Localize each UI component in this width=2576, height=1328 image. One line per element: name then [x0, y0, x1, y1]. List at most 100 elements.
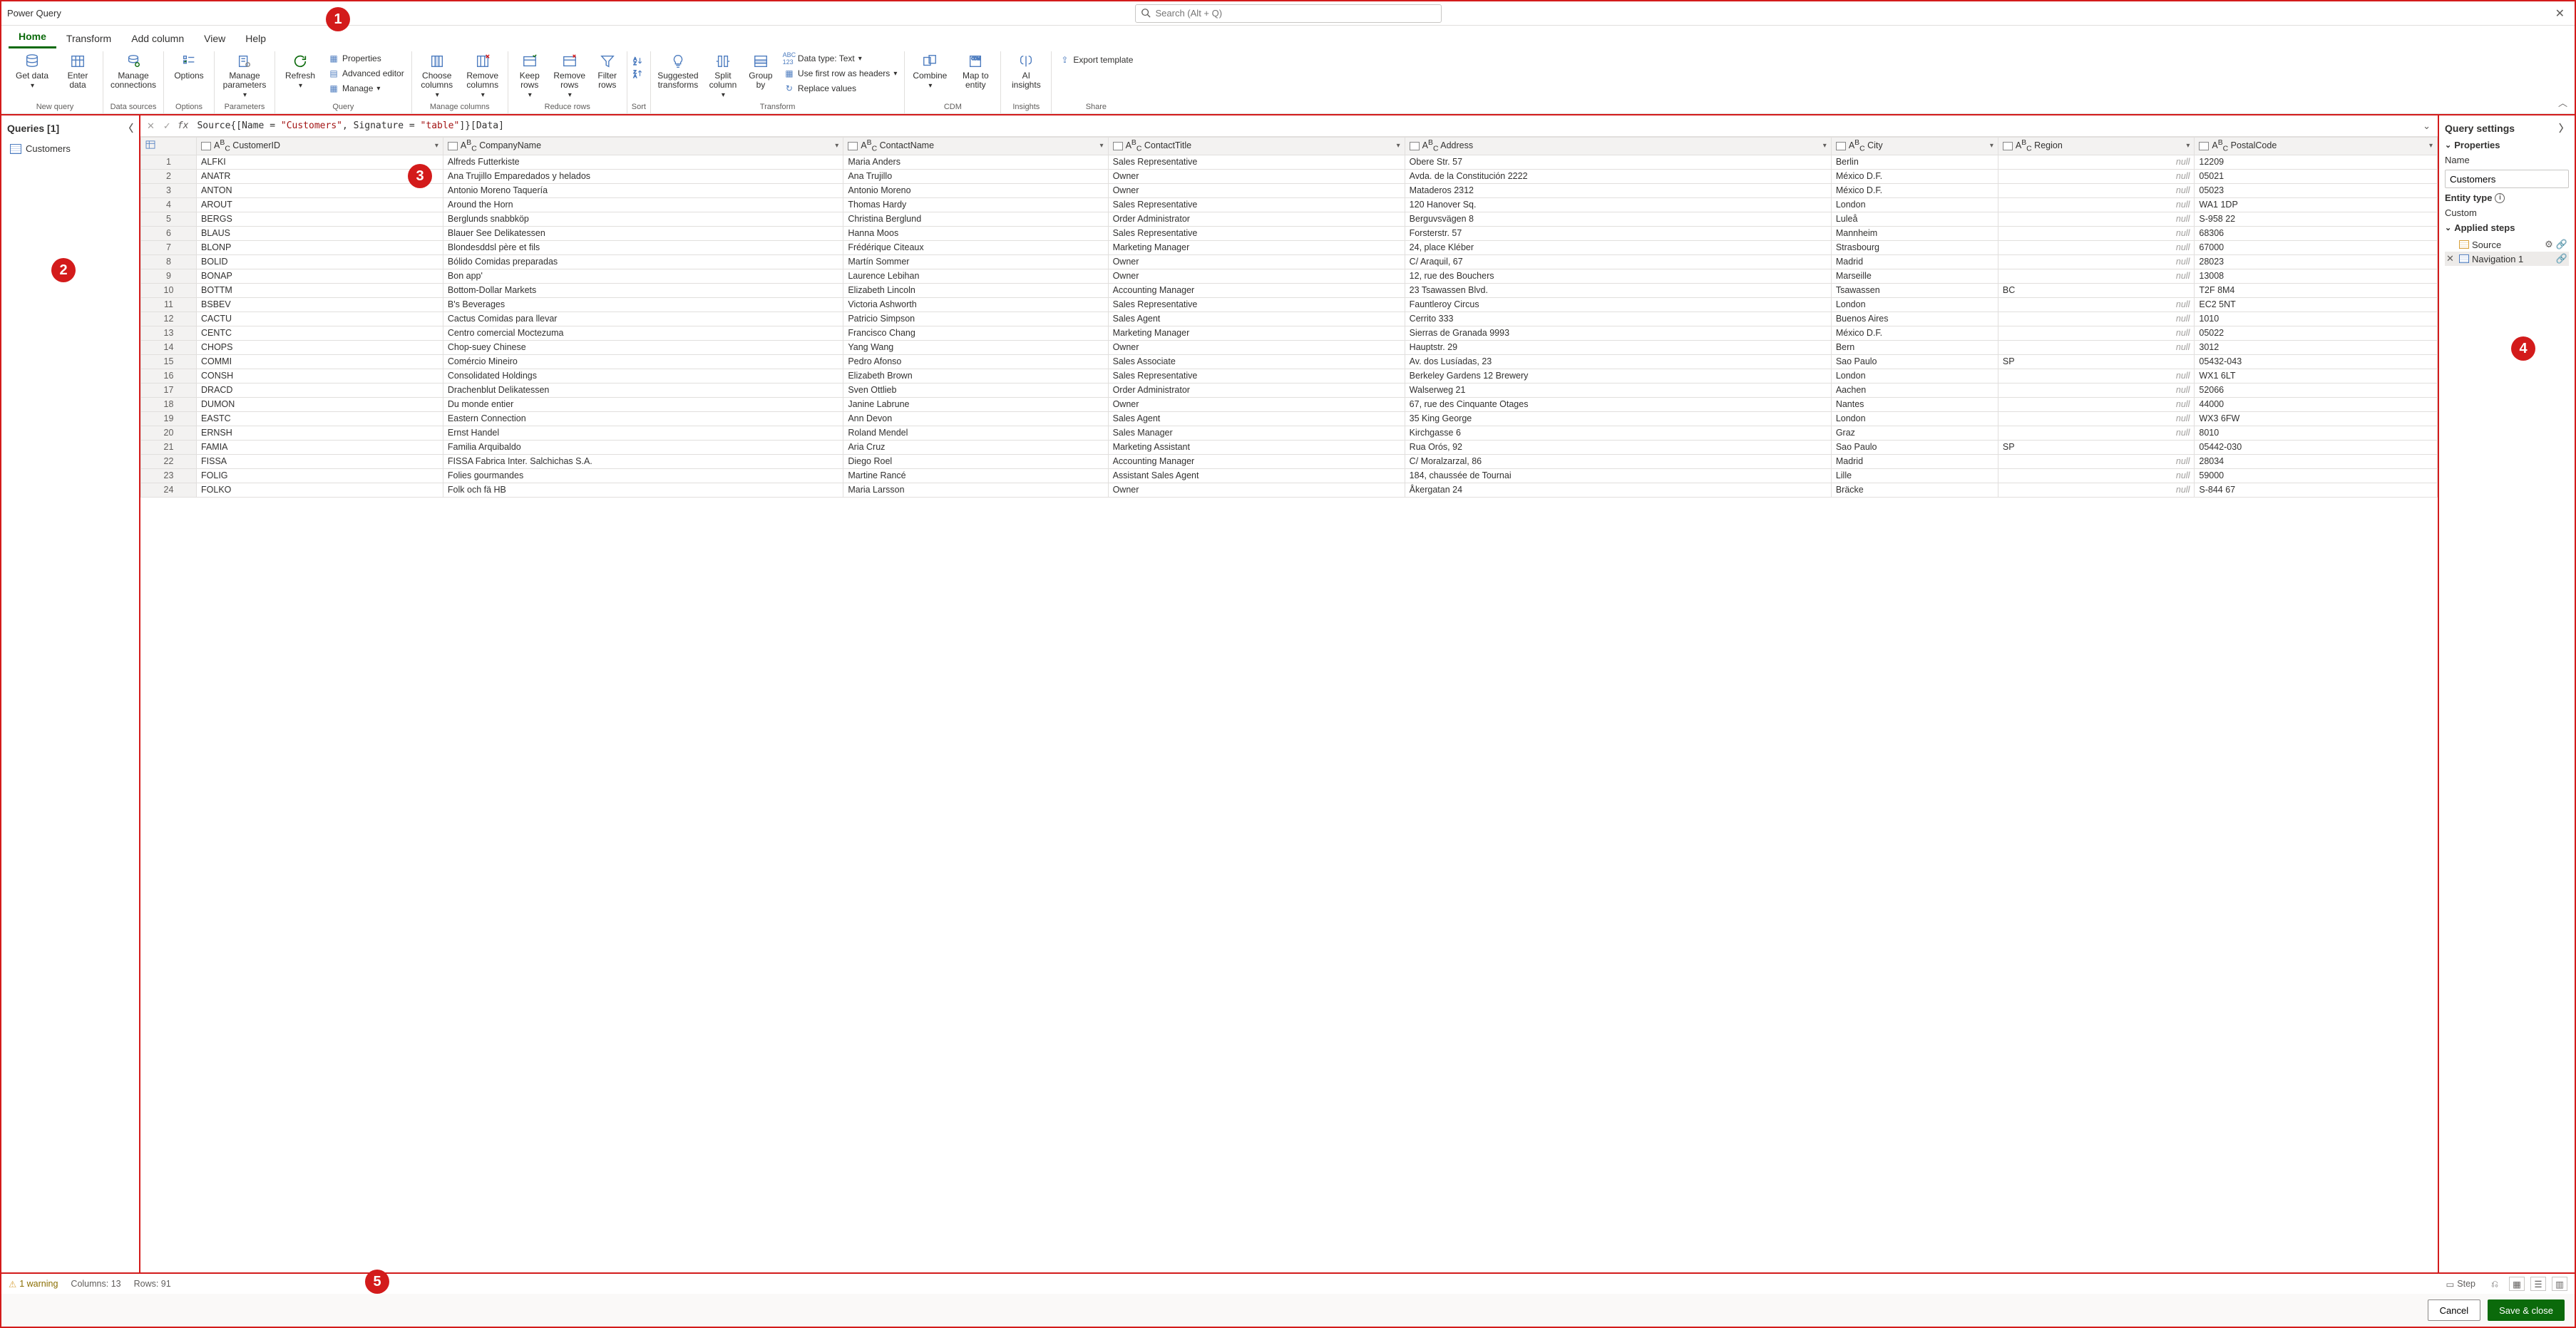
cell[interactable]: ERNSH: [197, 426, 443, 440]
cell[interactable]: null: [1998, 183, 2195, 197]
cell[interactable]: Comércio Mineiro: [443, 354, 843, 369]
table-row[interactable]: 22FISSAFISSA Fabrica Inter. Salchichas S…: [141, 454, 2438, 468]
table-row[interactable]: 23FOLIGFolies gourmandesMartine RancéAss…: [141, 468, 2438, 483]
cell[interactable]: Owner: [1108, 183, 1405, 197]
cell[interactable]: Walserweg 21: [1405, 383, 1831, 397]
cell[interactable]: Buenos Aires: [1831, 312, 1998, 326]
cell[interactable]: 05021: [2195, 169, 2438, 183]
type-icon[interactable]: [1113, 142, 1123, 150]
row-number[interactable]: 12: [141, 312, 197, 326]
cell[interactable]: Marketing Manager: [1108, 240, 1405, 254]
table-row[interactable]: 18DUMONDu monde entierJanine LabruneOwne…: [141, 397, 2438, 411]
cell[interactable]: Frédérique Citeaux: [843, 240, 1108, 254]
cell[interactable]: 8010: [2195, 426, 2438, 440]
cell[interactable]: Centro comercial Moctezuma: [443, 326, 843, 340]
remove-rows-button[interactable]: Remove rows▾: [551, 51, 588, 99]
cell[interactable]: null: [1998, 369, 2195, 383]
keep-rows-button[interactable]: Keep rows▾: [513, 51, 547, 99]
cell[interactable]: DUMON: [197, 397, 443, 411]
cell[interactable]: null: [1998, 397, 2195, 411]
cell[interactable]: Du monde entier: [443, 397, 843, 411]
cell[interactable]: Rua Orós, 92: [1405, 440, 1831, 454]
cell[interactable]: 05022: [2195, 326, 2438, 340]
row-number[interactable]: 22: [141, 454, 197, 468]
cell[interactable]: EASTC: [197, 411, 443, 426]
cell[interactable]: null: [1998, 155, 2195, 169]
delete-step-icon[interactable]: ✕: [2446, 253, 2456, 264]
cell[interactable]: Ernst Handel: [443, 426, 843, 440]
cell[interactable]: CONSH: [197, 369, 443, 383]
cell[interactable]: Maria Anders: [843, 155, 1108, 169]
cell[interactable]: SP: [1998, 440, 2195, 454]
cell[interactable]: 67000: [2195, 240, 2438, 254]
cell[interactable]: Graz: [1831, 426, 1998, 440]
filter-icon[interactable]: ▾: [2429, 142, 2433, 150]
cell[interactable]: Bräcke: [1831, 483, 1998, 497]
cell[interactable]: null: [1998, 226, 2195, 240]
cell[interactable]: 68306: [2195, 226, 2438, 240]
cancel-button[interactable]: Cancel: [2428, 1299, 2480, 1321]
ai-insights-button[interactable]: AI insights: [1005, 51, 1047, 90]
cell[interactable]: 52066: [2195, 383, 2438, 397]
properties-button[interactable]: ▦Properties: [325, 51, 407, 66]
gear-icon[interactable]: ⚙: [2545, 239, 2553, 250]
cell[interactable]: Aria Cruz: [843, 440, 1108, 454]
row-number[interactable]: 19: [141, 411, 197, 426]
cell[interactable]: Cerrito 333: [1405, 312, 1831, 326]
cell[interactable]: null: [1998, 468, 2195, 483]
cell[interactable]: Order Administrator: [1108, 383, 1405, 397]
row-number[interactable]: 23: [141, 468, 197, 483]
cell[interactable]: Ann Devon: [843, 411, 1108, 426]
column-header[interactable]: ABC ContactTitle▾: [1108, 138, 1405, 155]
cell[interactable]: Owner: [1108, 169, 1405, 183]
row-number[interactable]: 17: [141, 383, 197, 397]
cell[interactable]: S-844 67: [2195, 483, 2438, 497]
cell[interactable]: Folk och fä HB: [443, 483, 843, 497]
cell[interactable]: 1010: [2195, 312, 2438, 326]
column-header[interactable]: ABC Address▾: [1405, 138, 1831, 155]
row-number[interactable]: 9: [141, 269, 197, 283]
cell[interactable]: Francisco Chang: [843, 326, 1108, 340]
cell[interactable]: BSBEV: [197, 297, 443, 312]
table-row[interactable]: 4AROUTAround the HornThomas HardySales R…: [141, 197, 2438, 212]
cell[interactable]: Bern: [1831, 340, 1998, 354]
cell[interactable]: Drachenblut Delikatessen: [443, 383, 843, 397]
collapse-queries-icon[interactable]: 〈: [123, 121, 133, 135]
cell[interactable]: Bottom-Dollar Markets: [443, 283, 843, 297]
row-number[interactable]: 4: [141, 197, 197, 212]
cell[interactable]: Berglunds snabbköp: [443, 212, 843, 226]
cell[interactable]: CACTU: [197, 312, 443, 326]
cell[interactable]: Laurence Lebihan: [843, 269, 1108, 283]
cell[interactable]: FISSA Fabrica Inter. Salchichas S.A.: [443, 454, 843, 468]
table-row[interactable]: 1ALFKIAlfreds FutterkisteMaria AndersSal…: [141, 155, 2438, 169]
diagram-view-button[interactable]: ⎌: [2486, 1277, 2503, 1292]
query-name-input[interactable]: [2445, 170, 2569, 188]
cell[interactable]: WX1 6LT: [2195, 369, 2438, 383]
row-number[interactable]: 2: [141, 169, 197, 183]
search-input[interactable]: [1135, 4, 1442, 23]
column-view-button[interactable]: ▥: [2552, 1277, 2567, 1291]
cell[interactable]: Sao Paulo: [1831, 354, 1998, 369]
cell[interactable]: Yang Wang: [843, 340, 1108, 354]
cell[interactable]: Nantes: [1831, 397, 1998, 411]
cell[interactable]: Antonio Moreno: [843, 183, 1108, 197]
cell[interactable]: Maria Larsson: [843, 483, 1108, 497]
cell[interactable]: Aachen: [1831, 383, 1998, 397]
cell[interactable]: Av. dos Lusíadas, 23: [1405, 354, 1831, 369]
cell[interactable]: Hanna Moos: [843, 226, 1108, 240]
column-header[interactable]: ABC Region▾: [1998, 138, 2195, 155]
cell[interactable]: Bon app': [443, 269, 843, 283]
cell[interactable]: S-958 22: [2195, 212, 2438, 226]
row-number[interactable]: 11: [141, 297, 197, 312]
cell[interactable]: 120 Hanover Sq.: [1405, 197, 1831, 212]
cell[interactable]: Eastern Connection: [443, 411, 843, 426]
table-row[interactable]: 15COMMIComércio MineiroPedro AfonsoSales…: [141, 354, 2438, 369]
sort-desc-button[interactable]: ZA: [632, 68, 645, 78]
cell[interactable]: 44000: [2195, 397, 2438, 411]
cell[interactable]: Marketing Assistant: [1108, 440, 1405, 454]
cell[interactable]: null: [1998, 269, 2195, 283]
cell[interactable]: México D.F.: [1831, 183, 1998, 197]
cell[interactable]: London: [1831, 369, 1998, 383]
cell[interactable]: Blondesddsl père et fils: [443, 240, 843, 254]
cell[interactable]: 184, chaussée de Tournai: [1405, 468, 1831, 483]
